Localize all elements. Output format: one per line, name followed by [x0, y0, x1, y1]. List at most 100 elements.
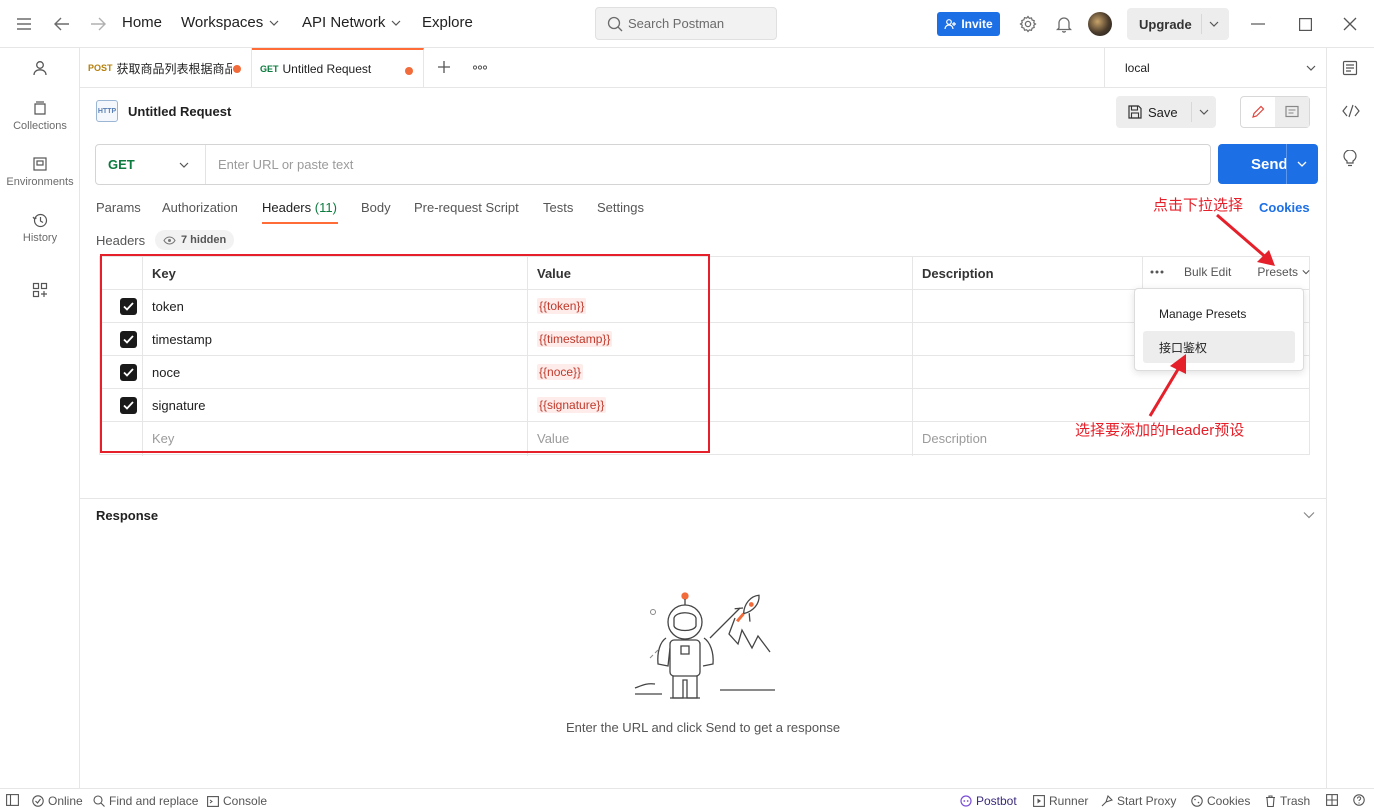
empty-text: Enter the URL and click Send to get a re…	[565, 720, 841, 735]
headers-section-label: Headers	[96, 233, 145, 248]
settings-gear-icon[interactable]	[1016, 12, 1040, 36]
headers-label-text: Headers	[96, 233, 146, 248]
eye-icon	[163, 235, 176, 245]
chevron-down-icon[interactable]	[1297, 159, 1307, 169]
back-arrow-icon[interactable]	[50, 12, 74, 36]
comments-icon[interactable]	[1275, 97, 1309, 127]
new-description-input[interactable]: Description	[912, 422, 987, 454]
tab-headers[interactable]: Headers (11)	[262, 200, 337, 215]
cookies-button[interactable]: Cookies	[1191, 794, 1250, 808]
environment-selector[interactable]: local	[1104, 48, 1326, 88]
more-tabs-icon[interactable]	[473, 65, 487, 70]
nav-api-network[interactable]: API Network	[302, 14, 401, 31]
manage-presets-item[interactable]: Manage Presets	[1143, 298, 1295, 330]
layout-grid-icon[interactable]	[1326, 794, 1338, 806]
avatar[interactable]	[1088, 12, 1112, 36]
add-user-icon	[944, 18, 957, 29]
response-title-text: Response	[96, 508, 159, 523]
unsaved-dot-icon	[233, 65, 241, 73]
response-title: Response	[96, 508, 158, 523]
runner-icon	[1033, 795, 1045, 807]
annotation-highlight-box	[100, 254, 710, 453]
toggle-sidebar-icon[interactable]	[6, 794, 19, 806]
postbot-icon	[960, 795, 972, 807]
start-proxy-button[interactable]: Start Proxy	[1101, 794, 1176, 808]
nav-api-network-label: API Network	[302, 14, 386, 31]
annotation-arrow-icon	[1216, 213, 1275, 266]
tab-get-request[interactable]: GET Untitled Request	[252, 48, 424, 88]
environment-quicklook-icon[interactable]	[1342, 60, 1358, 76]
help-icon[interactable]	[1353, 794, 1365, 806]
postbot-button[interactable]: Postbot	[960, 794, 1017, 808]
sidebar-item-environments[interactable]: Environments	[0, 156, 80, 188]
lightbulb-icon[interactable]	[1343, 150, 1357, 167]
status-bar: Online Find and replace Console Postbot …	[0, 788, 1374, 812]
active-tab-indicator	[262, 222, 338, 224]
tab-prerequest-script[interactable]: Pre-request Script	[414, 200, 519, 215]
user-icon	[33, 61, 47, 76]
tab-authorization[interactable]: Authorization	[162, 200, 238, 215]
nav-explore-label: Explore	[422, 14, 473, 31]
tab-post-request[interactable]: POST 获取商品列表根据商品	[80, 48, 252, 88]
new-tab-plus-icon[interactable]	[437, 60, 451, 74]
notification-bell-icon[interactable]	[1052, 12, 1076, 36]
unsaved-dot-icon	[405, 67, 413, 75]
send-button[interactable]: Send	[1218, 144, 1318, 184]
check-circle-icon	[32, 795, 44, 807]
collapse-chevron-icon[interactable]	[1303, 511, 1315, 519]
nav-home[interactable]: Home	[122, 14, 162, 31]
save-disk-icon	[1128, 105, 1142, 119]
apps-grid-icon	[32, 282, 48, 298]
menu-icon[interactable]	[12, 12, 36, 36]
tab-tests[interactable]: Tests	[543, 200, 573, 215]
runner-button[interactable]: Runner	[1033, 794, 1088, 808]
online-status[interactable]: Online	[32, 794, 83, 808]
invite-button[interactable]: Invite	[937, 12, 1000, 36]
save-button[interactable]: Save	[1116, 96, 1216, 128]
sidebar-item-history[interactable]: History	[0, 212, 80, 244]
response-divider[interactable]	[80, 498, 1326, 499]
nav-workspaces[interactable]: Workspaces	[181, 14, 279, 31]
left-sidebar: Collections Environments History	[0, 48, 80, 788]
chevron-down-icon[interactable]	[1199, 107, 1209, 117]
chevron-down-icon[interactable]	[1209, 19, 1219, 29]
proxy-icon	[1101, 795, 1113, 807]
method-label: GET	[108, 157, 135, 172]
trash-button[interactable]: Trash	[1265, 794, 1310, 808]
close-window-icon[interactable]	[1338, 12, 1362, 36]
right-rail	[1326, 48, 1374, 788]
start-proxy-label: Start Proxy	[1117, 794, 1177, 808]
minimize-window-icon[interactable]	[1246, 12, 1270, 36]
url-input[interactable]	[206, 145, 1210, 184]
tab-settings[interactable]: Settings	[597, 200, 644, 215]
tab-method: POST	[88, 63, 113, 73]
method-selector[interactable]: GET	[96, 145, 206, 184]
tab-label: Params	[96, 200, 141, 215]
sidebar-item-configure[interactable]	[0, 282, 80, 298]
history-icon	[32, 213, 48, 228]
find-replace-button[interactable]: Find and replace	[93, 794, 198, 808]
online-label: Online	[48, 794, 83, 808]
tab-params[interactable]: Params	[96, 200, 141, 215]
request-title[interactable]: HTTP Untitled Request	[96, 100, 231, 122]
sidebar-item-collections[interactable]: Collections	[0, 100, 80, 132]
edit-pencil-icon[interactable]	[1241, 97, 1275, 127]
more-options-icon[interactable]	[1150, 270, 1164, 274]
console-label: Console	[223, 794, 268, 808]
search-input[interactable]: Search Postman	[595, 7, 777, 40]
console-button[interactable]: Console	[207, 794, 267, 808]
chevron-down-icon	[391, 20, 401, 26]
upgrade-button[interactable]: Upgrade	[1127, 8, 1229, 40]
sidebar-item-account[interactable]	[0, 60, 80, 76]
tab-label: Headers	[262, 200, 312, 215]
tab-body[interactable]: Body	[361, 200, 391, 215]
maximize-window-icon[interactable]	[1293, 12, 1317, 36]
code-icon[interactable]	[1342, 104, 1360, 118]
cookies-label: Cookies	[1207, 794, 1251, 808]
search-icon	[607, 16, 623, 32]
nav-explore[interactable]: Explore	[422, 14, 473, 31]
invite-label: Invite	[961, 17, 993, 31]
sidebar-item-label: History	[22, 232, 58, 244]
forward-arrow-icon[interactable]	[86, 12, 110, 36]
hidden-headers-toggle[interactable]: 7 hidden	[155, 230, 235, 250]
